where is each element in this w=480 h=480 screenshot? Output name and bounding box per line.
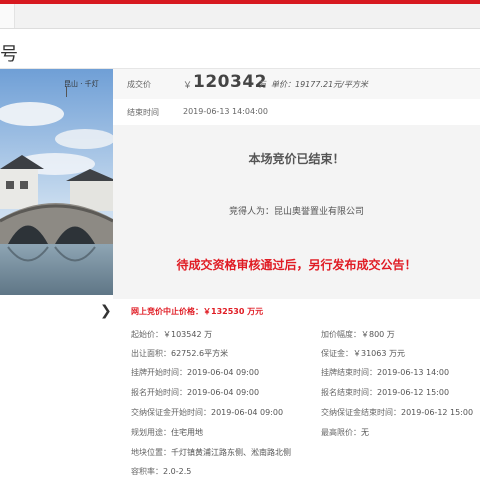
detail-area: 出让面积：62752.6平方米 xyxy=(131,349,229,358)
auction-status-box: 本场竞价已结束！ 竞得人为：昆山奥誉置业有限公司 待成交资格审核通过后，另行发布… xyxy=(113,125,480,299)
end-time-value: 2019-06-13 14:04:00 xyxy=(183,107,268,116)
winner-text: 竞得人为：昆山奥誉置业有限公司 xyxy=(228,207,364,217)
pending-notice: 待成交资格审核通过后，另行发布成交公告！ xyxy=(176,258,417,272)
nav-tab[interactable] xyxy=(0,4,15,28)
bridge-scene-image xyxy=(0,69,113,295)
detail-start-price: 起始价：￥103542 万 xyxy=(131,330,213,339)
net-stop-price: 网上竞价中止价格：￥132530 万元 xyxy=(131,307,264,316)
chevron-right-icon[interactable]: ❯ xyxy=(100,303,112,319)
detail-listing-end: 挂牌结束时间：2019-06-13 14:00 xyxy=(321,368,450,377)
detail-plot-ratio: 容积率：2.0-2.5 xyxy=(131,467,192,476)
top-nav-bar xyxy=(0,4,480,29)
end-time-label: 结束时间 xyxy=(127,108,159,117)
detail-max-price: 最高限价：无 xyxy=(321,428,369,437)
detail-land-use: 规划用途：住宅用地 xyxy=(131,428,203,437)
price-row: 成交价 ￥ 120342 万 单价：19177.21元/平方米 xyxy=(113,69,480,99)
detail-deposit-start: 交纳保证金开始时间：2019-06-04 09:00 xyxy=(131,408,284,417)
end-time-row: 结束时间 2019-06-13 14:04:00 xyxy=(113,99,480,123)
detail-location: 地块位置：千灯镇黄浦江路东侧、淞南路北侧 xyxy=(131,448,291,457)
detail-signup-end: 报名结束时间：2019-06-12 15:00 xyxy=(321,388,450,397)
unit-price: 单价：19177.21元/平方米 xyxy=(271,80,368,89)
photo-caption: 昆山 · 千灯 xyxy=(64,80,99,88)
detail-increment: 加价幅度：￥800 万 xyxy=(321,330,395,339)
parcel-photo[interactable]: 昆山 · 千灯 xyxy=(0,69,113,295)
detail-signup-start: 报名开始时间：2019-06-04 09:00 xyxy=(131,388,260,397)
price-unit: 万 xyxy=(259,80,267,89)
detail-listing-start: 挂牌开始时间：2019-06-04 09:00 xyxy=(131,368,260,377)
parcel-details: 网上竞价中止价格：￥132530 万元 起始价：￥103542 万 加价幅度：￥… xyxy=(113,303,480,480)
currency-symbol: ￥ xyxy=(183,81,193,91)
price-label: 成交价 xyxy=(127,80,151,89)
detail-deposit-end: 交纳保证金结束时间：2019-06-12 15:00 xyxy=(321,408,474,417)
auction-ended-text: 本场竞价已结束！ xyxy=(248,152,345,166)
page-title: 号 xyxy=(0,44,18,65)
deal-summary: 成交价 ￥ 120342 万 单价：19177.21元/平方米 结束时间 201… xyxy=(113,69,480,299)
deal-price: 120342 xyxy=(193,72,267,92)
detail-deposit: 保证金：￥31063 万元 xyxy=(321,349,405,358)
